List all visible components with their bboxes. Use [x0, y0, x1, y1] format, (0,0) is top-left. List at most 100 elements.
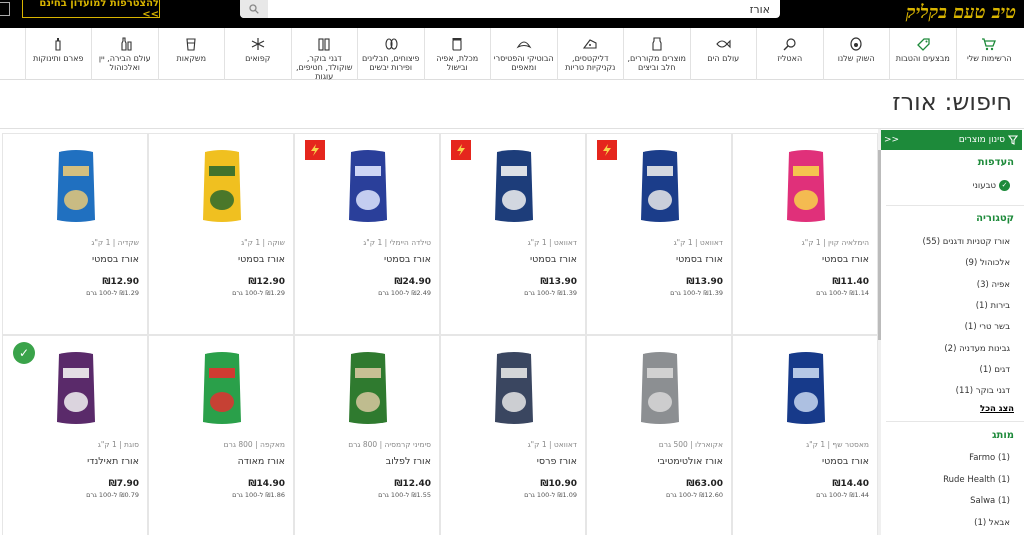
category-label: הבוטיקי והפטיסרי ומאפים: [493, 54, 554, 72]
category-label: משקאות: [176, 54, 207, 63]
category-label: דגני בוקר, שוקולד, חטיפים, עוגות: [295, 54, 353, 81]
category-fish[interactable]: עולם הים: [689, 28, 757, 80]
product-card[interactable]: סימיני קרמסיה | 800 גרם אורז לפלוב ₪12.40 ₪…: [294, 335, 440, 535]
product-card[interactable]: הימלאיה קוין | 1 ק"ג אורז בסמטי ₪11.40 ₪1.1…: [732, 133, 878, 335]
product-brand-size: סימיני קרמסיה | 800 גרם: [348, 440, 431, 449]
product-brand-size: מאסטר שף | 1 ק"ג: [806, 440, 869, 449]
category-filter-title: קטגוריה: [976, 213, 1014, 224]
category-snowflake[interactable]: קפואים: [224, 28, 291, 80]
product-name[interactable]: אורז בסמטי: [238, 254, 285, 265]
product-image[interactable]: [51, 350, 101, 426]
category-label: השוק שלנו: [837, 54, 875, 63]
category-cart[interactable]: הרשימות שלי: [955, 28, 1023, 80]
product-card[interactable]: אקוארלו | 500 גרם אורז אולטימטיבי ₪63.00 ₪1…: [586, 335, 732, 535]
product-name[interactable]: אורז אולטימטיבי: [657, 456, 723, 467]
category-milk[interactable]: מוצרים מקוררים, חלב וביצים: [623, 28, 690, 80]
brand-filter-option[interactable]: אבאל (1): [974, 518, 1010, 528]
brand-filter-option[interactable]: Rude Health (1): [943, 475, 1010, 485]
category-glass[interactable]: משקאות: [157, 28, 225, 80]
cereal-icon: [316, 37, 332, 51]
product-card[interactable]: דאוואט | 1 ק"ג אורז בסמטי ₪13.90 ₪1.39 ל-10…: [586, 133, 732, 335]
category-tag[interactable]: מבצעים והטבות: [889, 28, 956, 80]
product-unit-price: ₪0.79 ל-100 גרם: [86, 491, 139, 499]
category-croissant[interactable]: הבוטיקי והפטיסרי ומאפים: [490, 28, 557, 80]
category-filter-option[interactable]: בירות (1): [976, 301, 1010, 311]
product-image[interactable]: [343, 148, 393, 224]
brand-filter-option[interactable]: Farmo (1): [969, 453, 1010, 463]
product-image[interactable]: [489, 350, 539, 426]
category-label: הרשימות שלי: [966, 54, 1012, 63]
category-filter-option[interactable]: אלכוהול (9): [965, 258, 1010, 268]
product-name[interactable]: אורז תאילנדי: [87, 456, 139, 467]
product-name[interactable]: אורז בסמטי: [530, 254, 577, 265]
product-card[interactable]: שקדיה | 1 ק"ג אורז בסמטי ₪12.90 ₪1.29 ל-100…: [2, 133, 148, 335]
category-jar[interactable]: מכלת, אפיה ובישול: [423, 28, 491, 80]
category-label: דליקטסים, נקניקיות טריות: [565, 54, 616, 72]
brand-filter-option[interactable]: Salwa (1): [970, 496, 1010, 506]
product-image[interactable]: [51, 148, 101, 224]
category-cereal[interactable]: דגני בוקר, שוקולד, חטיפים, עוגות: [290, 28, 358, 81]
category-label: האטליז: [777, 54, 803, 63]
category-label: עולם הבירה, יין ואלכוהול: [98, 54, 151, 72]
category-filter-option[interactable]: דגני בוקר (11): [956, 386, 1010, 396]
product-image[interactable]: [635, 148, 685, 224]
product-card[interactable]: דאוואט | 1 ק"ג אורז בסמטי ₪13.90 ₪1.39 ל-10…: [440, 133, 586, 335]
vegan-icon: ✓: [999, 180, 1010, 191]
snowflake-icon: [250, 37, 266, 51]
join-club-button[interactable]: להצטרפות למועדון בחינם >>: [22, 0, 160, 20]
product-image[interactable]: [489, 148, 539, 224]
product-brand-size: דאוואט | 1 ק"ג: [527, 440, 577, 449]
product-unit-price: ₪1.39 ל-100 גרם: [670, 289, 723, 297]
category-label: מכלת, אפיה ובישול: [436, 54, 479, 72]
category-filter-option[interactable]: אורז קטניות ודגנים (55): [923, 237, 1010, 247]
category-meat[interactable]: האטליז: [756, 28, 823, 80]
collapse-filters-button[interactable]: <<: [884, 135, 899, 145]
category-filter-option[interactable]: בשר טרי (1): [965, 322, 1010, 332]
vegan-filter[interactable]: ✓טבעוני: [973, 180, 1010, 191]
product-card[interactable]: מאקפה | 800 גרם אורז מאודה ₪14.90 ₪1.86 ל-1…: [148, 335, 294, 535]
show-all-link[interactable]: הצג הכל: [980, 404, 1014, 414]
search-input[interactable]: [270, 0, 776, 18]
product-name[interactable]: אורז בסמטי: [822, 254, 869, 265]
category-filter-option[interactable]: אפיה (3): [977, 280, 1010, 290]
product-image[interactable]: [635, 350, 685, 426]
site-logo[interactable]: טיב טעם בקליק: [906, 0, 1016, 24]
category-label: פארם ותינוקות: [33, 54, 84, 63]
category-bottle[interactable]: עולם הבירה, יין ואלכוהול: [91, 28, 158, 80]
product-image[interactable]: [343, 350, 393, 426]
product-name[interactable]: אורז לפלוב: [386, 456, 431, 467]
product-unit-price: ₪1.09 ל-100 גרם: [524, 491, 577, 499]
product-card[interactable]: סוגת | 1 ק"ג אורז תאילנדי ₪7.90 ₪0.79 ל-100…: [2, 335, 148, 535]
category-more[interactable]: [0, 28, 8, 80]
product-price: ₪24.90: [394, 277, 431, 287]
product-card[interactable]: דאוואט | 1 ק"ג אורז פרסי ₪10.90 ₪1.09 ל-100…: [440, 335, 586, 535]
product-image[interactable]: [197, 148, 247, 224]
category-cheese[interactable]: דליקטסים, נקניקיות טריות: [556, 28, 624, 80]
sale-badge-icon: [451, 140, 471, 160]
scrollbar-thumb[interactable]: [878, 150, 881, 340]
category-baby-bottle[interactable]: פארם ותינוקות: [24, 28, 92, 80]
filter-header-label: סינון מוצרים: [958, 135, 1005, 145]
product-image[interactable]: [781, 350, 831, 426]
product-card[interactable]: שוקה | 1 ק"ג אורז בסמטי ₪12.90 ₪1.29 ל-100 …: [148, 133, 294, 335]
vegan-badge-icon: ✓: [13, 342, 35, 364]
product-card[interactable]: טילדה היימלי | 1 ק"ג אורז בסמטי ₪24.90 ₪2.4…: [294, 133, 440, 335]
product-name[interactable]: אורז בסמטי: [92, 254, 139, 265]
category-filter-option[interactable]: דגים (1): [980, 365, 1010, 375]
product-image[interactable]: [197, 350, 247, 426]
category-peanut[interactable]: פיצוחים, חבלינים ופירות יבשים: [357, 28, 424, 80]
product-name[interactable]: אורז בסמטי: [384, 254, 431, 265]
product-image[interactable]: [781, 148, 831, 224]
category-filter-option[interactable]: גבינות מעדניה (2): [944, 344, 1010, 354]
user-icon[interactable]: [0, 2, 10, 16]
product-price: ₪7.90: [108, 479, 139, 489]
product-name[interactable]: אורז מאודה: [238, 456, 285, 467]
product-card[interactable]: מאסטר שף | 1 ק"ג אורז בסמטי ₪14.40 ₪1.44 ל-…: [732, 335, 878, 535]
category-avocado[interactable]: השוק שלנו: [822, 28, 890, 80]
filter-header[interactable]: סינון מוצרים <<: [880, 130, 1022, 150]
product-unit-price: ₪1.39 ל-100 גרם: [524, 289, 577, 297]
search-button[interactable]: [240, 0, 268, 18]
product-name[interactable]: אורז בסמטי: [676, 254, 723, 265]
product-name[interactable]: אורז פרסי: [537, 456, 577, 467]
product-name[interactable]: אורז בסמטי: [822, 456, 869, 467]
